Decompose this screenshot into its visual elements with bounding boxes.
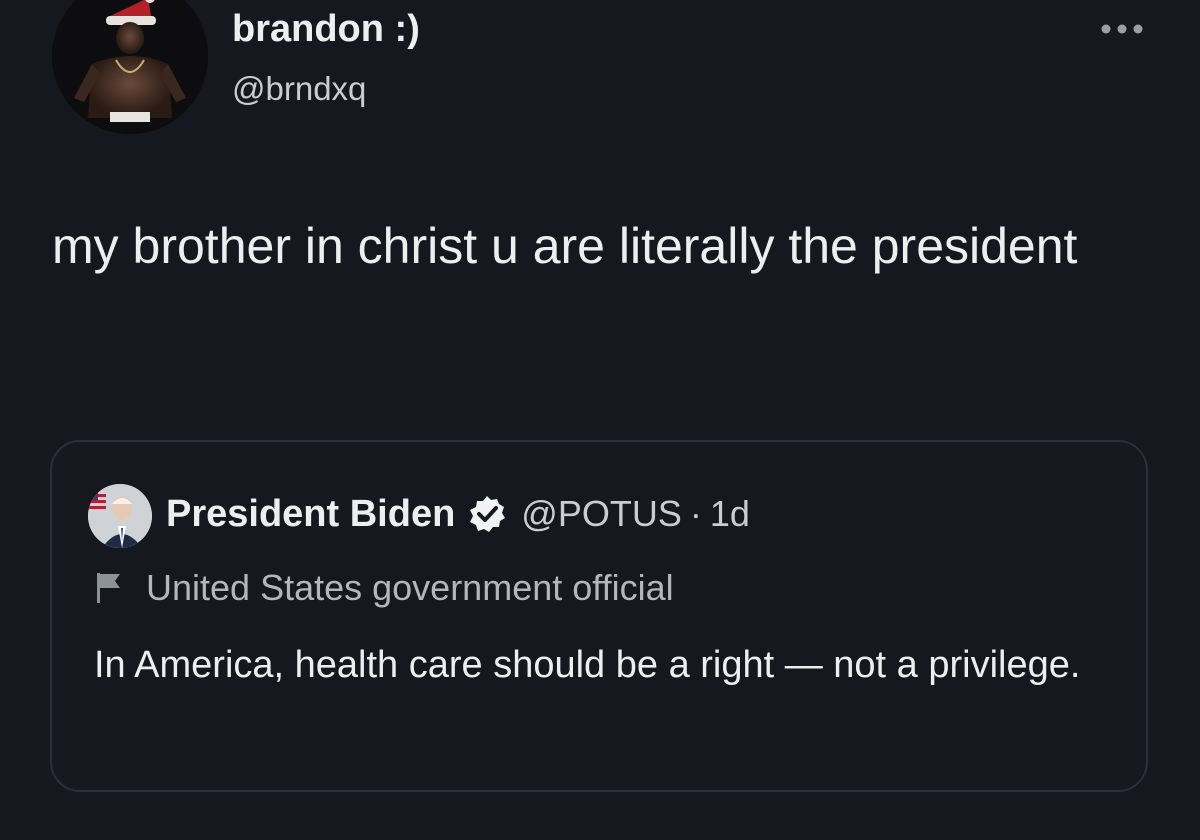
- separator-dot: ·: [689, 493, 702, 534]
- quoted-timestamp[interactable]: 1d: [710, 493, 750, 535]
- government-label[interactable]: United States government official: [94, 564, 674, 612]
- verified-badge-icon: [467, 494, 507, 534]
- quoted-author-handle[interactable]: @POTUS: [521, 493, 682, 535]
- tweet: brandon :) @brndxq my brother in christ …: [0, 0, 1200, 840]
- author-avatar[interactable]: [52, 0, 208, 134]
- government-label-text: United States government official: [146, 567, 674, 608]
- quoted-tweet[interactable]: President Biden @POTUS · 1d United State…: [50, 440, 1148, 792]
- quoted-header: President Biden @POTUS · 1d: [166, 486, 750, 542]
- quoted-author-display-name[interactable]: President Biden: [166, 493, 455, 536]
- more-horizontal-icon[interactable]: [1092, 14, 1152, 44]
- author-handle[interactable]: @brndxq: [232, 70, 366, 108]
- flag-icon: [94, 571, 124, 605]
- tweet-text: my brother in christ u are literally the…: [52, 218, 1078, 274]
- quoted-author-avatar[interactable]: [88, 484, 152, 548]
- quoted-tweet-text: In America, health care should be a righ…: [94, 644, 1081, 686]
- author-display-name[interactable]: brandon :): [232, 8, 420, 51]
